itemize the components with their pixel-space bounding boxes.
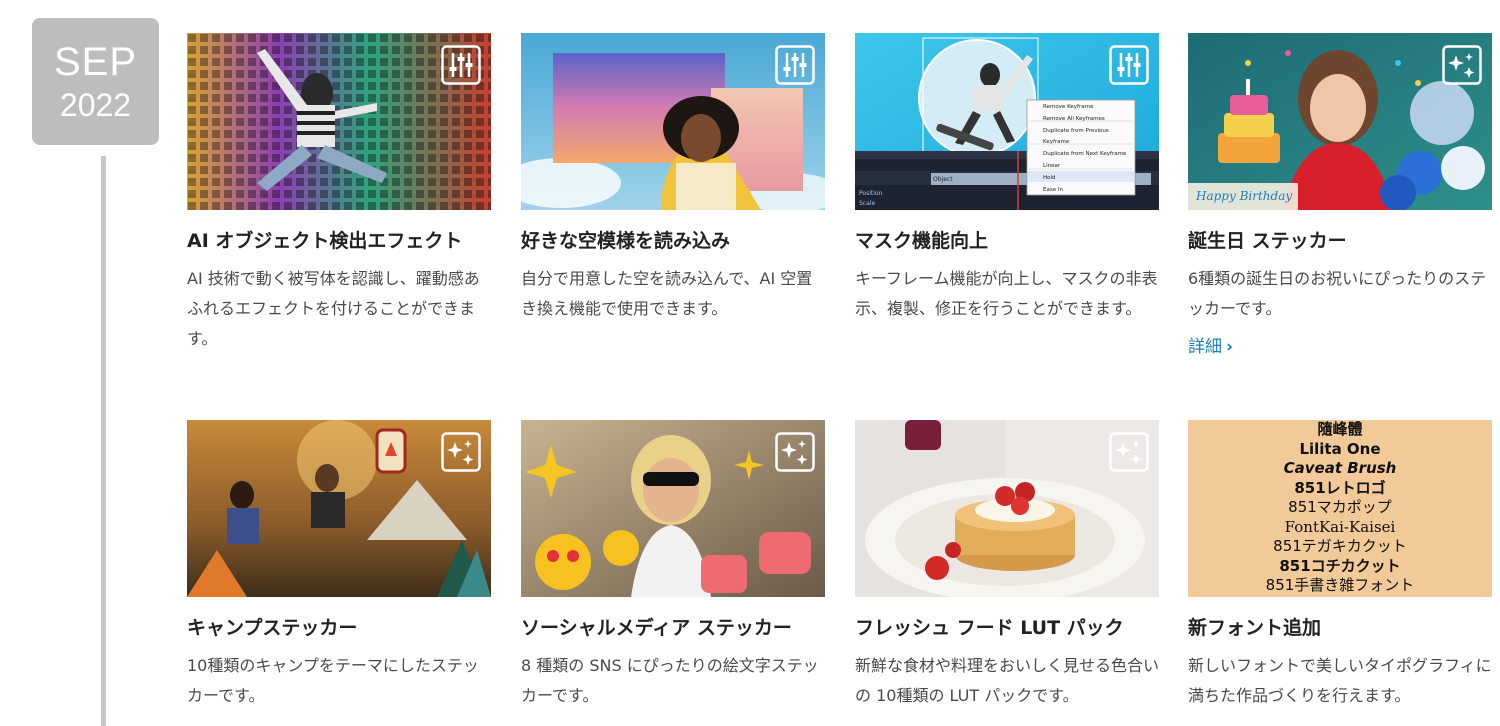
keyframe-context-menu: Remove Keyframe Remove All Keyframes Dup… bbox=[1043, 102, 1135, 208]
sparkle-sticker-icon bbox=[441, 432, 481, 472]
card-description: キーフレーム機能が向上し、マスクの非表示、複製、修正を行うことができます。 bbox=[855, 269, 1158, 318]
menu-item[interactable]: Remove Keyframe bbox=[1043, 102, 1135, 114]
card-title: 好きな空模様を読み込み bbox=[521, 230, 731, 252]
feature-card-sky-import: 好きな空模様を読み込み 自分で用意した空を読み込んで、AI 空置き換え機能で使用… bbox=[521, 33, 825, 324]
timeline-label: Position bbox=[859, 190, 883, 197]
card-description: 新しいフォントで美しいタイポグラフィに満ちた作品づくりを行えます。 bbox=[1188, 656, 1492, 705]
card-description: 新鮮な食材や料理をおいしく見せる色合いの 10種類の LUT パックです。 bbox=[855, 656, 1160, 705]
card-description: 自分で用意した空を読み込んで、AI 空置き換え機能で使用できます。 bbox=[521, 269, 813, 318]
feature-card-new-fonts: 隨峰體 Lilita One Caveat Brush 851レトロゴ 851マ… bbox=[1188, 420, 1492, 711]
adjust-sliders-icon bbox=[775, 45, 815, 85]
menu-item[interactable]: Ease In bbox=[1043, 185, 1135, 197]
feature-image: Happy Birthday bbox=[1188, 33, 1492, 210]
feature-card-birthday-sticker: Happy Birthday 誕生日 ステッカー 6種類の誕生日のお祝いにぴった… bbox=[1188, 33, 1492, 357]
card-title: ソーシャルメディア ステッカー bbox=[521, 617, 792, 639]
feature-image: 隨峰體 Lilita One Caveat Brush 851レトロゴ 851マ… bbox=[1188, 420, 1492, 597]
feature-image bbox=[521, 33, 825, 210]
feature-image bbox=[187, 420, 491, 597]
font-sample: 851レトロゴ bbox=[1294, 478, 1386, 497]
menu-item[interactable]: Duplicate from Previous Keyframe bbox=[1043, 126, 1135, 150]
feature-image: Remove Keyframe Remove All Keyframes Dup… bbox=[855, 33, 1159, 210]
font-sample: 隨峰體 bbox=[1317, 420, 1363, 438]
menu-item[interactable]: Hold bbox=[1043, 173, 1135, 185]
menu-item[interactable]: Ease Out bbox=[1043, 196, 1135, 208]
menu-item[interactable]: Linear bbox=[1043, 161, 1135, 173]
card-title: フレッシュ フード LUT パック bbox=[855, 617, 1124, 639]
font-sample: FontKai-Kaisei bbox=[1284, 517, 1396, 536]
feature-card-fresh-food-lut: フレッシュ フード LUT パック 新鮮な食材や料理をおいしく見せる色合いの 1… bbox=[855, 420, 1159, 711]
feature-card-mask-improvement: Remove Keyframe Remove All Keyframes Dup… bbox=[855, 33, 1159, 324]
card-description: 10種類のキャンプをテーマにしたステッカーです。 bbox=[187, 656, 479, 705]
timeline-clip-label: Object bbox=[933, 176, 953, 183]
feature-card-ai-object-effect: AI オブジェクト検出エフェクト AI 技術で動く被写体を認識し、躍動感あふれる… bbox=[187, 33, 491, 354]
menu-item[interactable]: Duplicate from Next Keyframe bbox=[1043, 149, 1135, 161]
font-samples: 隨峰體 Lilita One Caveat Brush 851レトロゴ 851マ… bbox=[1188, 420, 1492, 597]
card-title: キャンプステッカー bbox=[187, 617, 358, 639]
happy-birthday-text: Happy Birthday bbox=[1196, 189, 1293, 203]
card-title: 新フォント追加 bbox=[1188, 617, 1322, 639]
font-sample: 851コチカクット bbox=[1279, 556, 1401, 575]
timeline-line bbox=[101, 156, 106, 726]
timeline-label: Scale bbox=[859, 200, 876, 207]
font-sample: 851手書き雑フォント bbox=[1265, 576, 1415, 594]
date-year: 2022 bbox=[59, 87, 132, 123]
card-title: マスク機能向上 bbox=[855, 230, 989, 252]
menu-item[interactable]: Remove All Keyframes bbox=[1043, 114, 1135, 126]
details-link-label[interactable]: 詳細 bbox=[1188, 337, 1222, 357]
card-title: AI オブジェクト検出エフェクト bbox=[187, 230, 463, 252]
sparkle-sticker-icon bbox=[775, 432, 815, 472]
adjust-sliders-icon bbox=[441, 45, 481, 85]
feature-image bbox=[187, 33, 491, 210]
font-sample: 851マカポップ bbox=[1288, 498, 1392, 516]
date-month: SEP bbox=[53, 40, 138, 84]
card-description: 6種類の誕生日のお祝いにぴったりのステッカーです。 bbox=[1188, 269, 1487, 318]
sparkle-sticker-icon bbox=[1109, 432, 1149, 472]
font-sample: Lilita One bbox=[1299, 439, 1381, 458]
feature-image bbox=[521, 420, 825, 597]
chevron-right-icon[interactable]: › bbox=[1226, 337, 1233, 357]
card-description: 8 種類の SNS にぴったりの絵文字ステッカーです。 bbox=[521, 656, 819, 705]
feature-image bbox=[855, 420, 1159, 597]
card-title: 誕生日 ステッカー bbox=[1188, 230, 1347, 252]
card-description: AI 技術で動く被写体を認識し、躍動感あふれるエフェクトを付けることができます。 bbox=[187, 269, 480, 348]
date-badge: SEP 2022 bbox=[32, 18, 159, 145]
font-sample: Caveat Brush bbox=[1283, 459, 1397, 477]
feature-card-camp-sticker: キャンプステッカー 10種類のキャンプをテーマにしたステッカーです。 bbox=[187, 420, 491, 711]
font-sample: 851テガキカクット bbox=[1273, 537, 1407, 555]
timeline-labels: Position Scale bbox=[859, 189, 882, 209]
feature-card-social-media-sticker: ソーシャルメディア ステッカー 8 種類の SNS にぴったりの絵文字ステッカー… bbox=[521, 420, 825, 711]
details-link[interactable]: 詳細 › bbox=[1188, 332, 1233, 357]
sparkle-sticker-icon bbox=[1442, 45, 1482, 85]
adjust-sliders-icon bbox=[1109, 45, 1149, 85]
